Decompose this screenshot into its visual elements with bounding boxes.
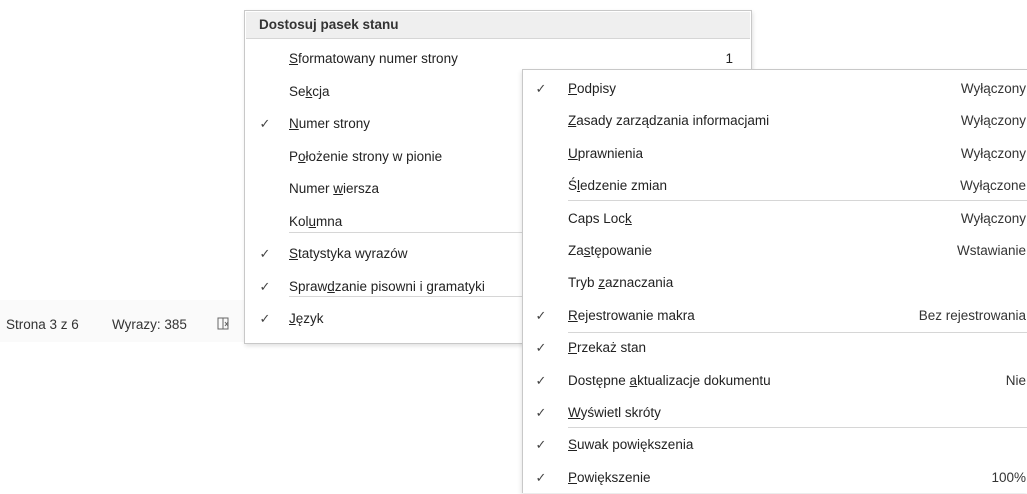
menu-item-label: Zastępowanie [568, 243, 653, 258]
proofing-book-icon[interactable] [217, 316, 231, 331]
menu-item-label: Sekcja [289, 83, 330, 99]
menu-item[interactable]: Caps Lock Wyłączony [523, 203, 1027, 235]
menu-item-label: Statystyka wyrazów [289, 246, 408, 261]
menu-item-value: Wyłączony [960, 113, 1026, 129]
menu-item-label: Sformatowany numer strony [289, 51, 458, 66]
menu-separator [568, 200, 1027, 201]
menu-item-value: Bez rejestrowania [918, 307, 1026, 323]
menu-title: Dostosuj pasek stanu [246, 12, 750, 39]
customize-status-bar-submenu: ✓ Podpisy Wyłączony Zasady zarządzania info… [522, 69, 1027, 493]
menu-item[interactable]: Uprawnienia Wyłączony [523, 138, 1027, 170]
checkmark-icon: ✓ [259, 278, 271, 294]
menu-item[interactable]: ✓ Wyświetl skróty [523, 397, 1027, 429]
menu-item-label: Suwak powiększenia [568, 437, 694, 453]
checkmark-icon: ✓ [535, 469, 547, 485]
menu-item-label: Tryb zaznaczania [568, 275, 674, 291]
menu-item-label: Zasady zarządzania informacjami [568, 113, 770, 129]
menu-item-label: Caps Lock [568, 210, 632, 226]
menu-item-label: Numer strony [289, 116, 371, 131]
menu-item-label: Podpisy [568, 81, 617, 96]
menu-item-value: Nie [1005, 372, 1026, 388]
menu-item-value: Wyłączone [960, 178, 1026, 194]
status-word-count[interactable]: Wyrazy: 385 [112, 317, 187, 332]
checkmark-icon: ✓ [259, 311, 271, 326]
menu-item[interactable]: ✓ Rejestrowanie makra Bez rejestrowania [523, 300, 1027, 332]
menu-item-label: Numer wiersza [289, 181, 380, 196]
menu-item-label: Rejestrowanie makra [568, 307, 695, 323]
checkmark-icon: ✓ [535, 437, 547, 453]
menu-item[interactable]: ✓ Podpisy Wyłączony [523, 73, 1027, 105]
menu-item[interactable]: ✓ Dostępne aktualizacje dokumentu Nie [523, 365, 1027, 397]
menu-item-label: Przekaż stan [568, 340, 647, 356]
menu-item-label: Wyświetl skróty [568, 405, 661, 420]
menu-item-value: Wstawianie [956, 243, 1026, 258]
menu-item-value: Wyłączony [960, 81, 1026, 96]
menu-item[interactable]: ✓ Suwak powiększenia [523, 429, 1027, 461]
menu-separator [568, 427, 1027, 428]
menu-item-value: Wyłączony [960, 210, 1026, 226]
menu-item-label: Sprawdzanie pisowni i gramatyki [289, 278, 485, 294]
menu-item-label: Położenie strony w pionie [289, 148, 443, 164]
checkmark-icon: ✓ [259, 246, 271, 261]
status-page-count[interactable]: Strona 3 z 6 [6, 317, 79, 332]
menu-item-value: Wyłączony [960, 145, 1026, 161]
menu-item[interactable]: Zastępowanie Wstawianie [523, 235, 1027, 267]
checkmark-icon: ✓ [535, 405, 547, 420]
checkmark-icon: ✓ [535, 340, 547, 356]
checkmark-icon: ✓ [535, 307, 547, 323]
status-bar: Strona 3 z 6 Wyrazy: 385 [0, 300, 244, 342]
checkmark-icon: ✓ [535, 81, 547, 96]
menu-item-value: 100% [991, 469, 1026, 485]
menu-item-label: Uprawnienia [568, 145, 644, 161]
menu-separator [568, 332, 1027, 333]
menu-item[interactable]: ✓ Powiększenie 100% [523, 462, 1027, 494]
menu-item-label: Dostępne aktualizacje dokumentu [568, 372, 771, 388]
menu-item-label: Śledzenie zmian [568, 178, 668, 194]
menu-item[interactable]: Zasady zarządzania informacjami Wyłączony [523, 105, 1027, 137]
menu-item[interactable]: Tryb zaznaczania [523, 267, 1027, 299]
menu-item[interactable]: Śledzenie zmian Wyłączone [523, 170, 1027, 202]
checkmark-icon: ✓ [535, 372, 547, 388]
checkmark-icon: ✓ [259, 116, 271, 131]
menu-item-label: Powiększenie [568, 469, 651, 485]
menu-item[interactable]: ✓ Przekaż stan [523, 332, 1027, 364]
menu-item-label: Język [289, 311, 324, 326]
